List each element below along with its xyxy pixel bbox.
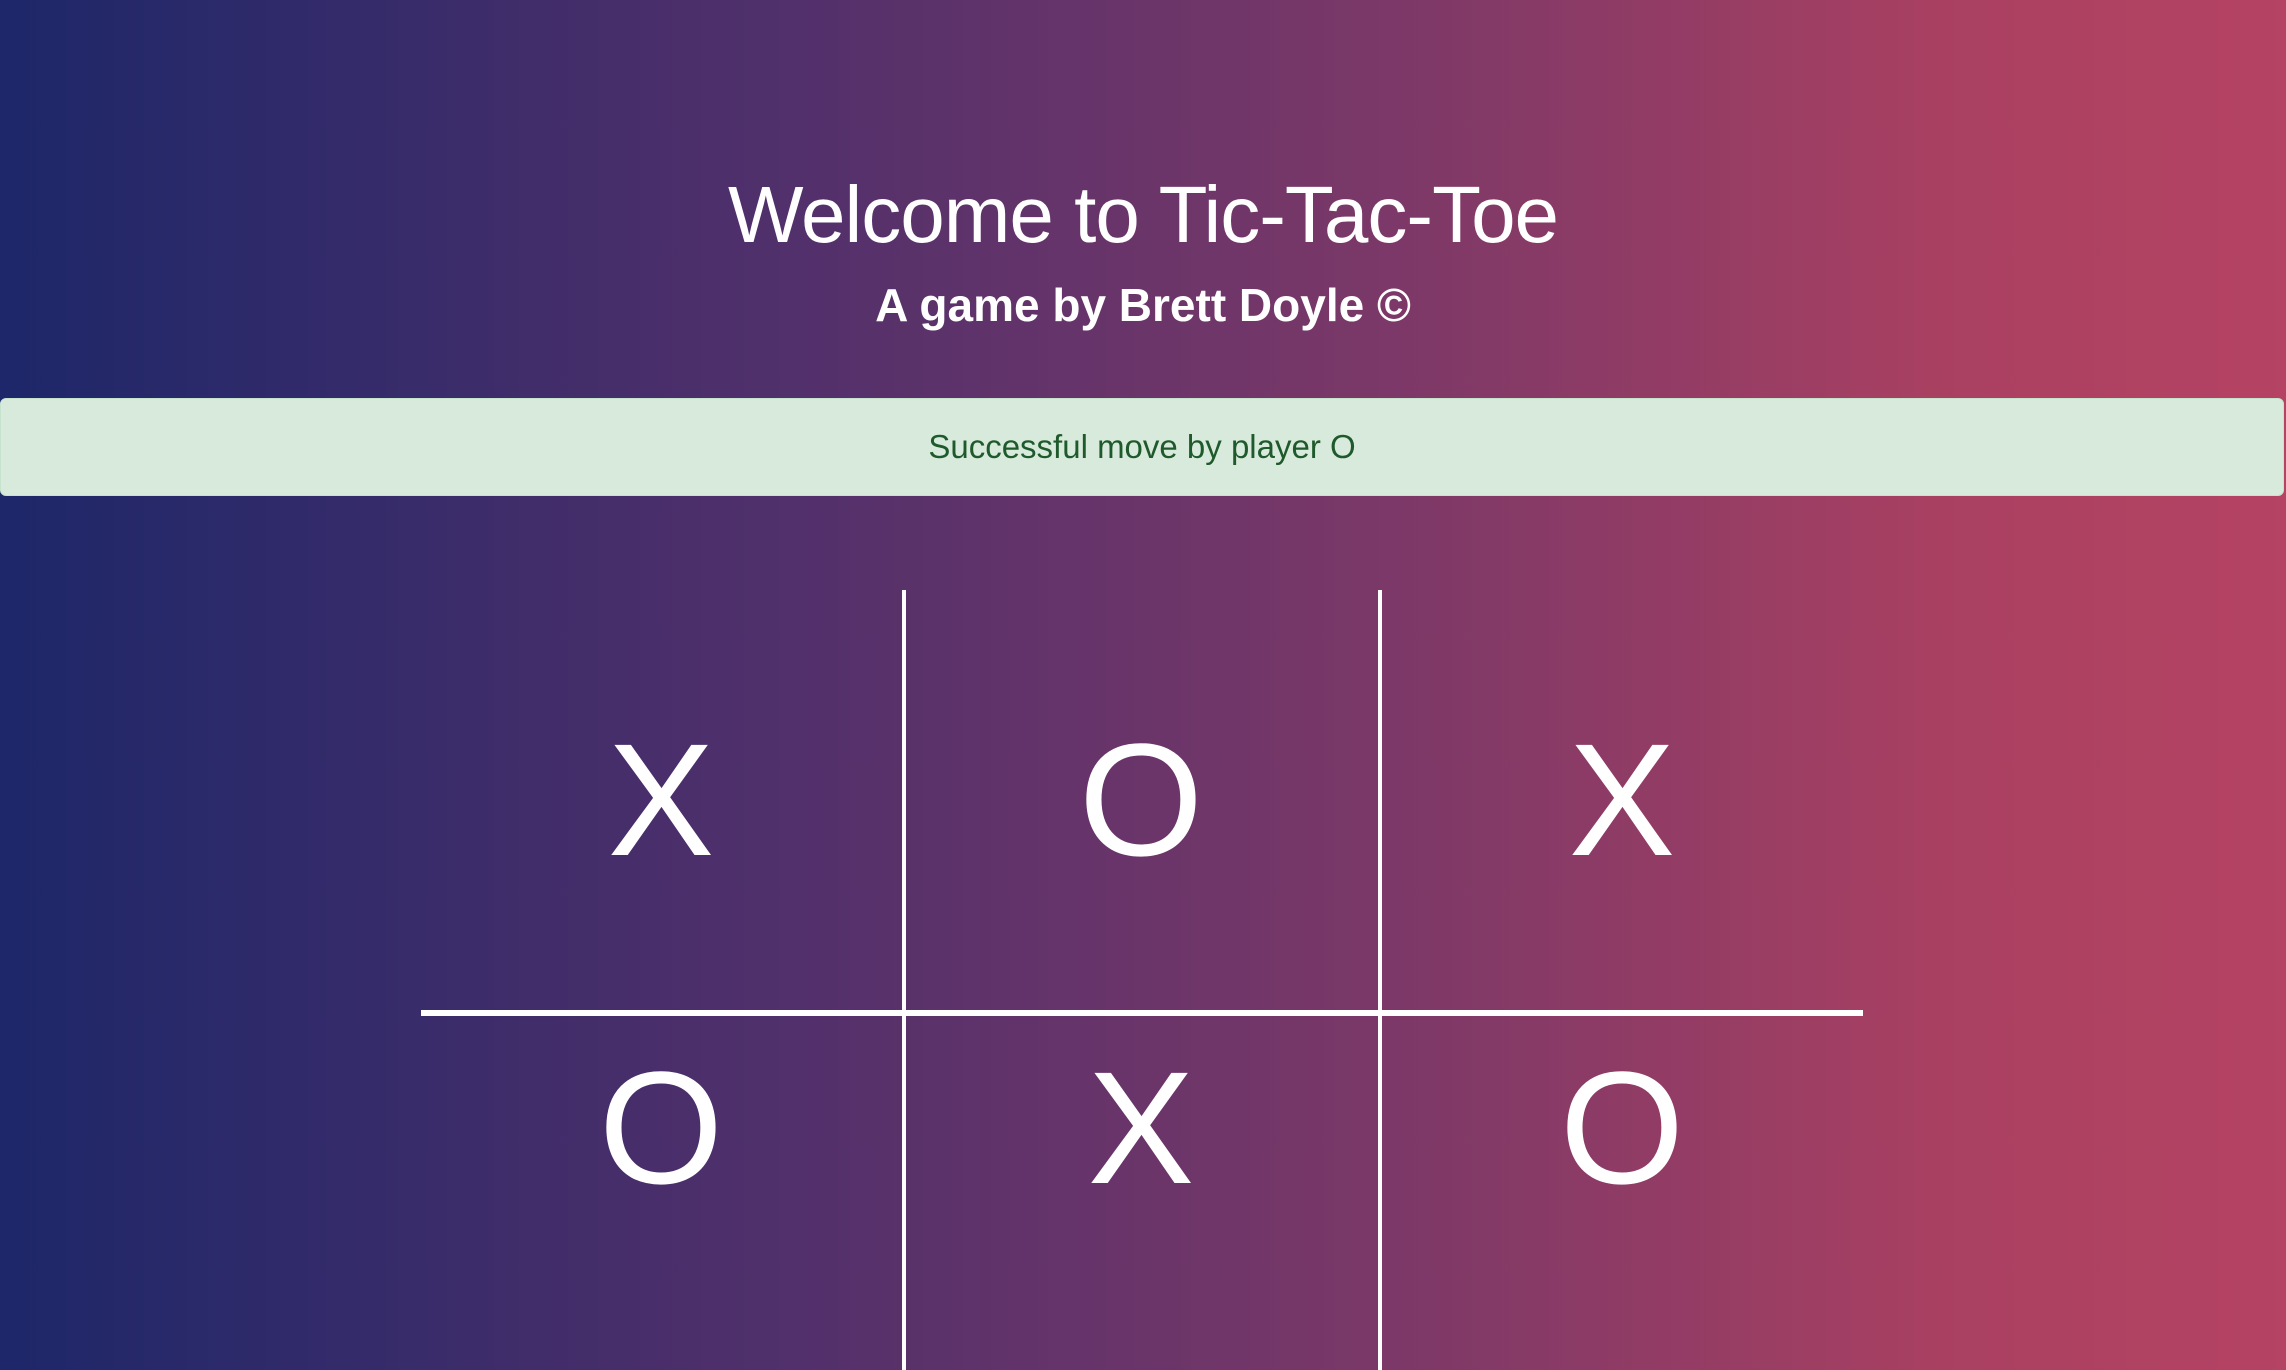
page-title: Welcome to Tic-Tac-Toe <box>727 170 1559 259</box>
grid-line-vertical-1 <box>902 590 906 1370</box>
status-message: Successful move by player O <box>928 428 1356 465</box>
board-cell-4[interactable]: O <box>421 1016 901 1370</box>
grid-line-horizontal-1 <box>421 1010 1863 1016</box>
grid-line-vertical-2 <box>1378 590 1382 1370</box>
status-alert: Successful move by player O <box>0 398 2284 496</box>
board-cell-1[interactable]: X <box>421 590 901 1010</box>
page-subtitle: A game by Brett Doyle © <box>875 279 1411 331</box>
board-cell-5[interactable]: X <box>905 1016 1377 1370</box>
board-cell-3[interactable]: X <box>1381 590 1863 1010</box>
game-board: X O X O X O <box>421 590 1863 1370</box>
board-cell-2[interactable]: O <box>905 590 1377 1010</box>
board-cell-6[interactable]: O <box>1381 1016 1863 1370</box>
